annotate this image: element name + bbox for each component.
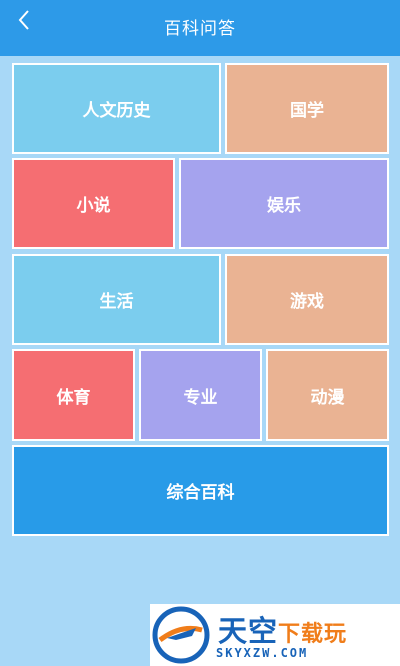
page-title: 百科问答 [164, 19, 236, 39]
category-tile-general[interactable]: 综合百科 [12, 445, 389, 536]
watermark-brand-main: 天空 [218, 614, 279, 648]
category-tile-sports[interactable]: 体育 [12, 349, 135, 441]
site-logo-icon [152, 606, 210, 664]
category-tile-games[interactable]: 游戏 [225, 254, 389, 345]
app-header: 百科问答 [0, 0, 400, 56]
watermark-brand-accent: 下载玩 [278, 622, 348, 647]
category-tile-history[interactable]: 人文历史 [12, 63, 221, 154]
category-tile-life[interactable]: 生活 [12, 254, 221, 345]
category-tile-entertainment[interactable]: 娱乐 [179, 158, 389, 249]
watermark-domain: SKYXZW.COM [216, 646, 309, 660]
category-tile-anime[interactable]: 动漫 [266, 349, 389, 441]
watermark-brand: 天空下载玩 [218, 608, 347, 650]
site-watermark: 天空下载玩 SKYXZW.COM [150, 604, 400, 666]
category-tile-sinology[interactable]: 国学 [225, 63, 389, 154]
category-tile-novel[interactable]: 小说 [12, 158, 175, 249]
category-tile-professional[interactable]: 专业 [139, 349, 262, 441]
